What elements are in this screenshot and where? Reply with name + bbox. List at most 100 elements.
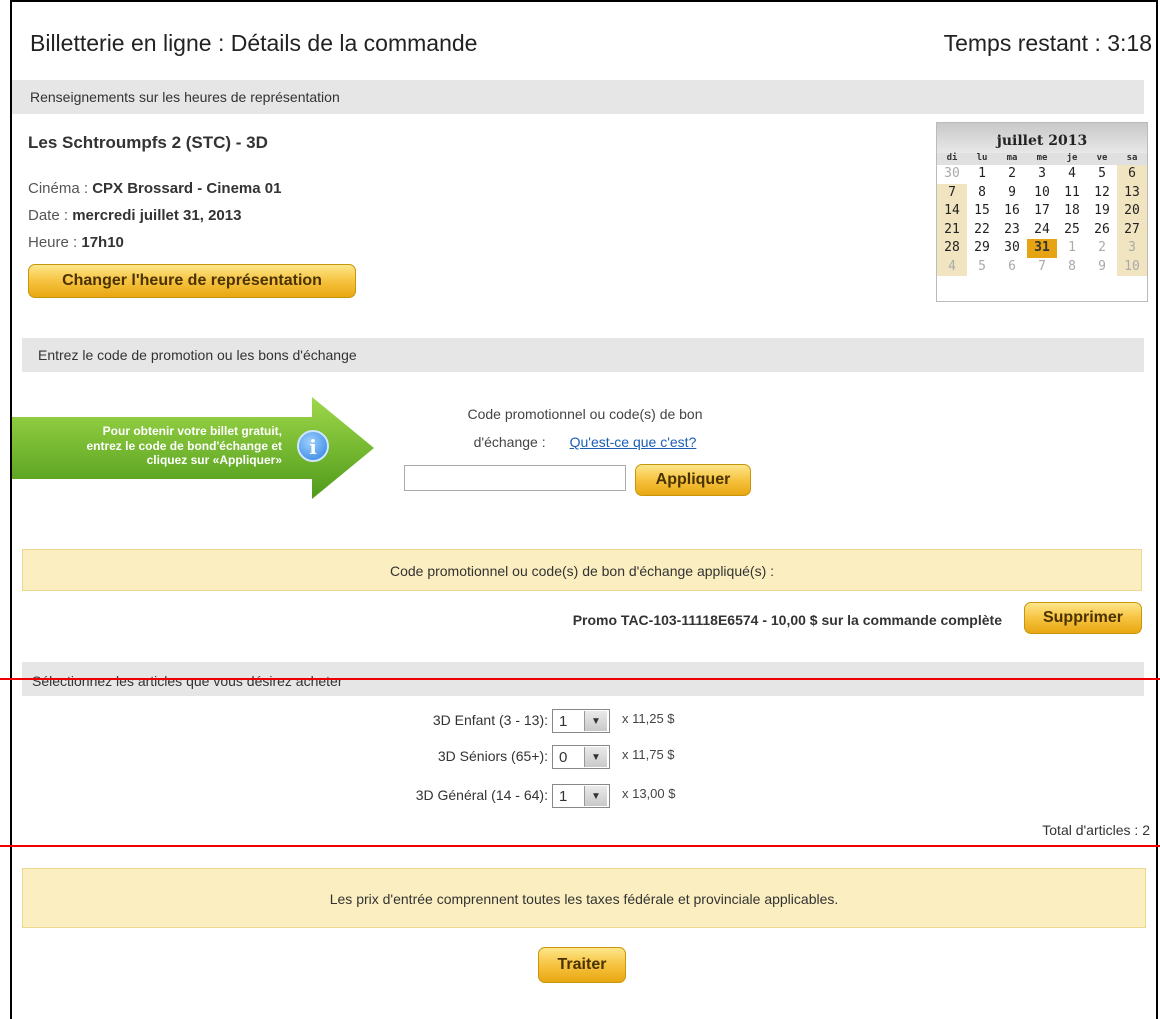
quantity-select[interactable]: 1 ▼ xyxy=(552,709,610,733)
calendar-day[interactable]: 7 xyxy=(1027,258,1057,277)
arrow-line-1: Pour obtenir votre billet gratuit, xyxy=(102,424,282,438)
calendar-day[interactable]: 5 xyxy=(967,258,997,277)
calendar-day[interactable]: 23 xyxy=(997,221,1027,240)
change-showtime-button[interactable]: Changer l'heure de représentation xyxy=(28,264,356,298)
calendar-weekday: me xyxy=(1036,153,1048,163)
unit-price: x 11,25 $ xyxy=(622,711,675,726)
ticket-type-label: 3D Général (14 - 64): xyxy=(415,787,548,803)
calendar-day[interactable]: 6 xyxy=(1117,165,1147,184)
page-title: Billetterie en ligne : Détails de la com… xyxy=(30,30,478,56)
tax-notice: Les prix d'entrée comprennent toutes les… xyxy=(22,868,1146,928)
calendar-day[interactable]: 1 xyxy=(1057,239,1087,258)
calendar-weekday: sa xyxy=(1126,153,1138,163)
calendar-day[interactable]: 20 xyxy=(1117,202,1147,221)
date-value: mercredi juillet 31, 2013 xyxy=(72,207,242,224)
calendar-day[interactable]: 14 xyxy=(937,202,967,221)
calendar-weekdays: di lu ma me je ve sa xyxy=(937,153,1147,165)
unit-price: x 13,00 $ xyxy=(622,786,676,801)
arrow-line-2: entrez le code de bond'échange et xyxy=(86,438,282,453)
calendar-day[interactable]: 15 xyxy=(967,202,997,221)
calendar-day[interactable]: 2 xyxy=(1087,239,1117,258)
promo-label-line-2: d'échange : xyxy=(473,434,546,450)
calendar-day[interactable]: 25 xyxy=(1057,221,1087,240)
promo-section-header: Entrez le code de promotion ou les bons … xyxy=(22,338,1144,372)
items-total: Total d'articles : 2 xyxy=(1042,822,1150,838)
annotation-line-bottom xyxy=(0,845,1160,847)
calendar-day[interactable]: 13 xyxy=(1117,183,1147,202)
calendar-day[interactable]: 4 xyxy=(1057,165,1087,184)
free-ticket-instructions: Pour obtenir votre billet gratuit, entre… xyxy=(14,424,282,468)
calendar-weekday: je xyxy=(1066,153,1078,163)
showtime-section-header: Renseignements sur les heures de représe… xyxy=(12,80,1144,114)
remove-promo-button[interactable]: Supprimer xyxy=(1024,602,1142,634)
calendar-day[interactable]: 16 xyxy=(997,202,1027,221)
quantity-value: 0 xyxy=(559,748,568,766)
calendar-day[interactable]: 22 xyxy=(967,221,997,240)
calendar-day[interactable]: 7 xyxy=(937,183,967,202)
cinema-value: CPX Brossard - Cinema 01 xyxy=(92,180,282,197)
time-info: Heure : 17h10 xyxy=(28,234,124,251)
time-label: Heure : xyxy=(28,234,82,251)
calendar-day[interactable]: 21 xyxy=(937,220,967,239)
date-info: Date : mercredi juillet 31, 2013 xyxy=(28,207,241,224)
calendar-day[interactable]: 30 xyxy=(937,165,967,184)
calendar-day[interactable]: 27 xyxy=(1117,220,1147,239)
calendar: juillet 2013 di lu ma me je ve sa 30 1 2 3 4 5 6 7 8 9 1… xyxy=(936,122,1148,302)
promo-code-label: Code promotionnel ou code(s) de bon d'éc… xyxy=(400,400,770,456)
calendar-day[interactable]: 24 xyxy=(1027,221,1057,240)
calendar-day[interactable]: 30 xyxy=(997,239,1027,258)
calendar-day[interactable]: 18 xyxy=(1057,202,1087,221)
time-value: 17h10 xyxy=(81,234,124,251)
unit-price: x 11,75 $ xyxy=(622,747,675,762)
applied-promo-item: Promo TAC-103-11118E6574 - 10,00 $ sur l… xyxy=(572,612,1002,628)
date-label: Date : xyxy=(28,207,73,224)
process-button[interactable]: Traiter xyxy=(538,947,626,983)
what-is-this-link[interactable]: Qu'est-ce que c'est? xyxy=(570,434,697,450)
arrow-line-3: cliquez sur «Appliquer» xyxy=(146,453,282,467)
free-ticket-arrow-banner: Pour obtenir votre billet gratuit, entre… xyxy=(12,397,374,499)
calendar-day[interactable]: 12 xyxy=(1087,184,1117,203)
calendar-day[interactable]: 1 xyxy=(967,165,997,184)
applied-codes-title: Code promotionnel ou code(s) de bon d'éc… xyxy=(22,549,1142,591)
calendar-day-selected[interactable]: 31 xyxy=(1027,239,1057,258)
calendar-day[interactable]: 29 xyxy=(967,239,997,258)
chevron-down-icon[interactable]: ▼ xyxy=(584,711,607,731)
calendar-day[interactable]: 5 xyxy=(1087,165,1117,184)
quantity-select[interactable]: 0 ▼ xyxy=(552,745,610,769)
calendar-day[interactable]: 28 xyxy=(937,239,967,258)
calendar-day[interactable]: 3 xyxy=(1117,239,1147,258)
calendar-day[interactable]: 26 xyxy=(1087,221,1117,240)
chevron-down-icon[interactable]: ▼ xyxy=(584,786,607,806)
calendar-weekday: ma xyxy=(1006,153,1018,163)
calendar-day[interactable]: 19 xyxy=(1087,202,1117,221)
info-icon: i xyxy=(297,430,329,462)
cinema-label: Cinéma : xyxy=(28,180,93,197)
calendar-day[interactable]: 10 xyxy=(1117,257,1147,276)
movie-title: Les Schtroumpfs 2 (STC) - 3D xyxy=(28,133,268,152)
calendar-weekday: di xyxy=(946,153,958,163)
calendar-day[interactable]: 3 xyxy=(1027,165,1057,184)
time-remaining: Temps restant : 3:18 xyxy=(943,30,1152,56)
calendar-day[interactable]: 11 xyxy=(1057,184,1087,203)
calendar-day[interactable]: 9 xyxy=(997,184,1027,203)
calendar-weekday: lu xyxy=(976,153,988,163)
calendar-day[interactable]: 10 xyxy=(1027,184,1057,203)
calendar-day[interactable]: 17 xyxy=(1027,202,1057,221)
calendar-day[interactable]: 4 xyxy=(937,257,967,276)
calendar-day[interactable]: 8 xyxy=(1057,258,1087,277)
quantity-value: 1 xyxy=(559,712,568,730)
calendar-month: juillet 2013 xyxy=(937,123,1147,153)
chevron-down-icon[interactable]: ▼ xyxy=(584,747,607,767)
calendar-days: 30 1 2 3 4 5 6 7 8 9 10 11 12 13 14 15 16 17 18 19 20 21 22 23 2… xyxy=(937,165,1147,276)
calendar-weekday: ve xyxy=(1096,153,1108,163)
apply-button[interactable]: Appliquer xyxy=(635,464,751,496)
ticket-type-label: 3D Séniors (65+): xyxy=(437,748,548,764)
calendar-day[interactable]: 9 xyxy=(1087,258,1117,277)
quantity-select[interactable]: 1 ▼ xyxy=(552,784,610,808)
calendar-day[interactable]: 2 xyxy=(997,165,1027,184)
ticket-type-label: 3D Enfant (3 - 13): xyxy=(432,712,548,728)
promo-code-input[interactable] xyxy=(404,465,626,491)
promo-label-line-1: Code promotionnel ou code(s) de bon xyxy=(467,406,703,422)
calendar-day[interactable]: 6 xyxy=(997,258,1027,277)
calendar-day[interactable]: 8 xyxy=(967,184,997,203)
